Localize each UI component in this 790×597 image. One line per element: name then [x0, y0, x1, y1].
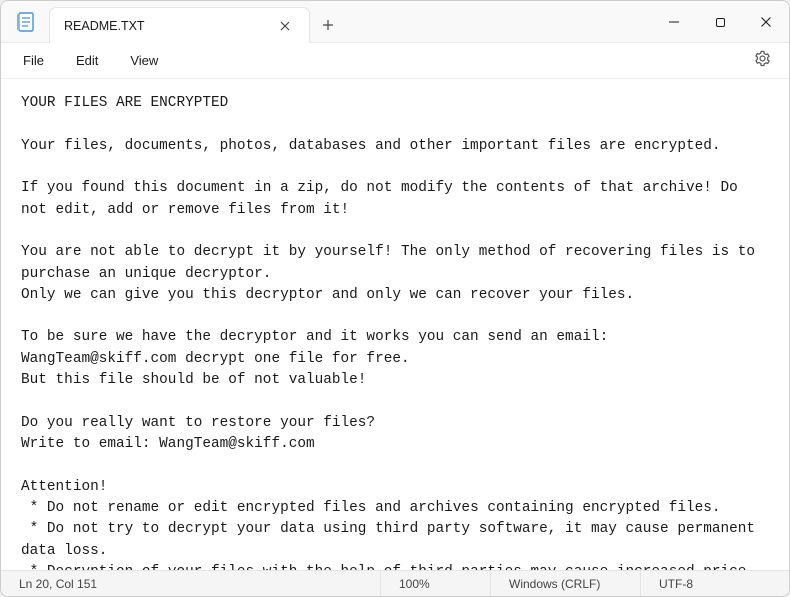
active-tab[interactable]: README.TXT [49, 7, 310, 43]
status-line-ending[interactable]: Windows (CRLF) [491, 571, 641, 596]
status-encoding[interactable]: UTF-8 [641, 571, 789, 596]
status-zoom[interactable]: 100% [381, 571, 491, 596]
maximize-button[interactable] [697, 1, 743, 43]
settings-button[interactable] [744, 44, 781, 78]
minimize-button[interactable] [651, 1, 697, 43]
text-editor-content[interactable]: YOUR FILES ARE ENCRYPTED Your files, doc… [1, 79, 789, 570]
menu-edit[interactable]: Edit [62, 47, 112, 74]
close-window-button[interactable] [743, 1, 789, 43]
menu-file[interactable]: File [9, 47, 58, 74]
titlebar: README.TXT [1, 1, 789, 43]
tab-title: README.TXT [64, 19, 145, 33]
app-icon-area [1, 1, 49, 42]
titlebar-drag-area[interactable] [346, 1, 651, 42]
statusbar: Ln 20, Col 151 100% Windows (CRLF) UTF-8 [1, 570, 789, 596]
gear-icon [754, 50, 771, 67]
notepad-icon [16, 12, 34, 32]
notepad-window: README.TXT File Edit View [0, 0, 790, 597]
status-cursor-position[interactable]: Ln 20, Col 151 [1, 571, 381, 596]
close-tab-icon[interactable] [275, 16, 295, 36]
new-tab-button[interactable] [310, 7, 346, 42]
menu-view[interactable]: View [116, 47, 172, 74]
window-controls [651, 1, 789, 42]
menubar: File Edit View [1, 43, 789, 79]
